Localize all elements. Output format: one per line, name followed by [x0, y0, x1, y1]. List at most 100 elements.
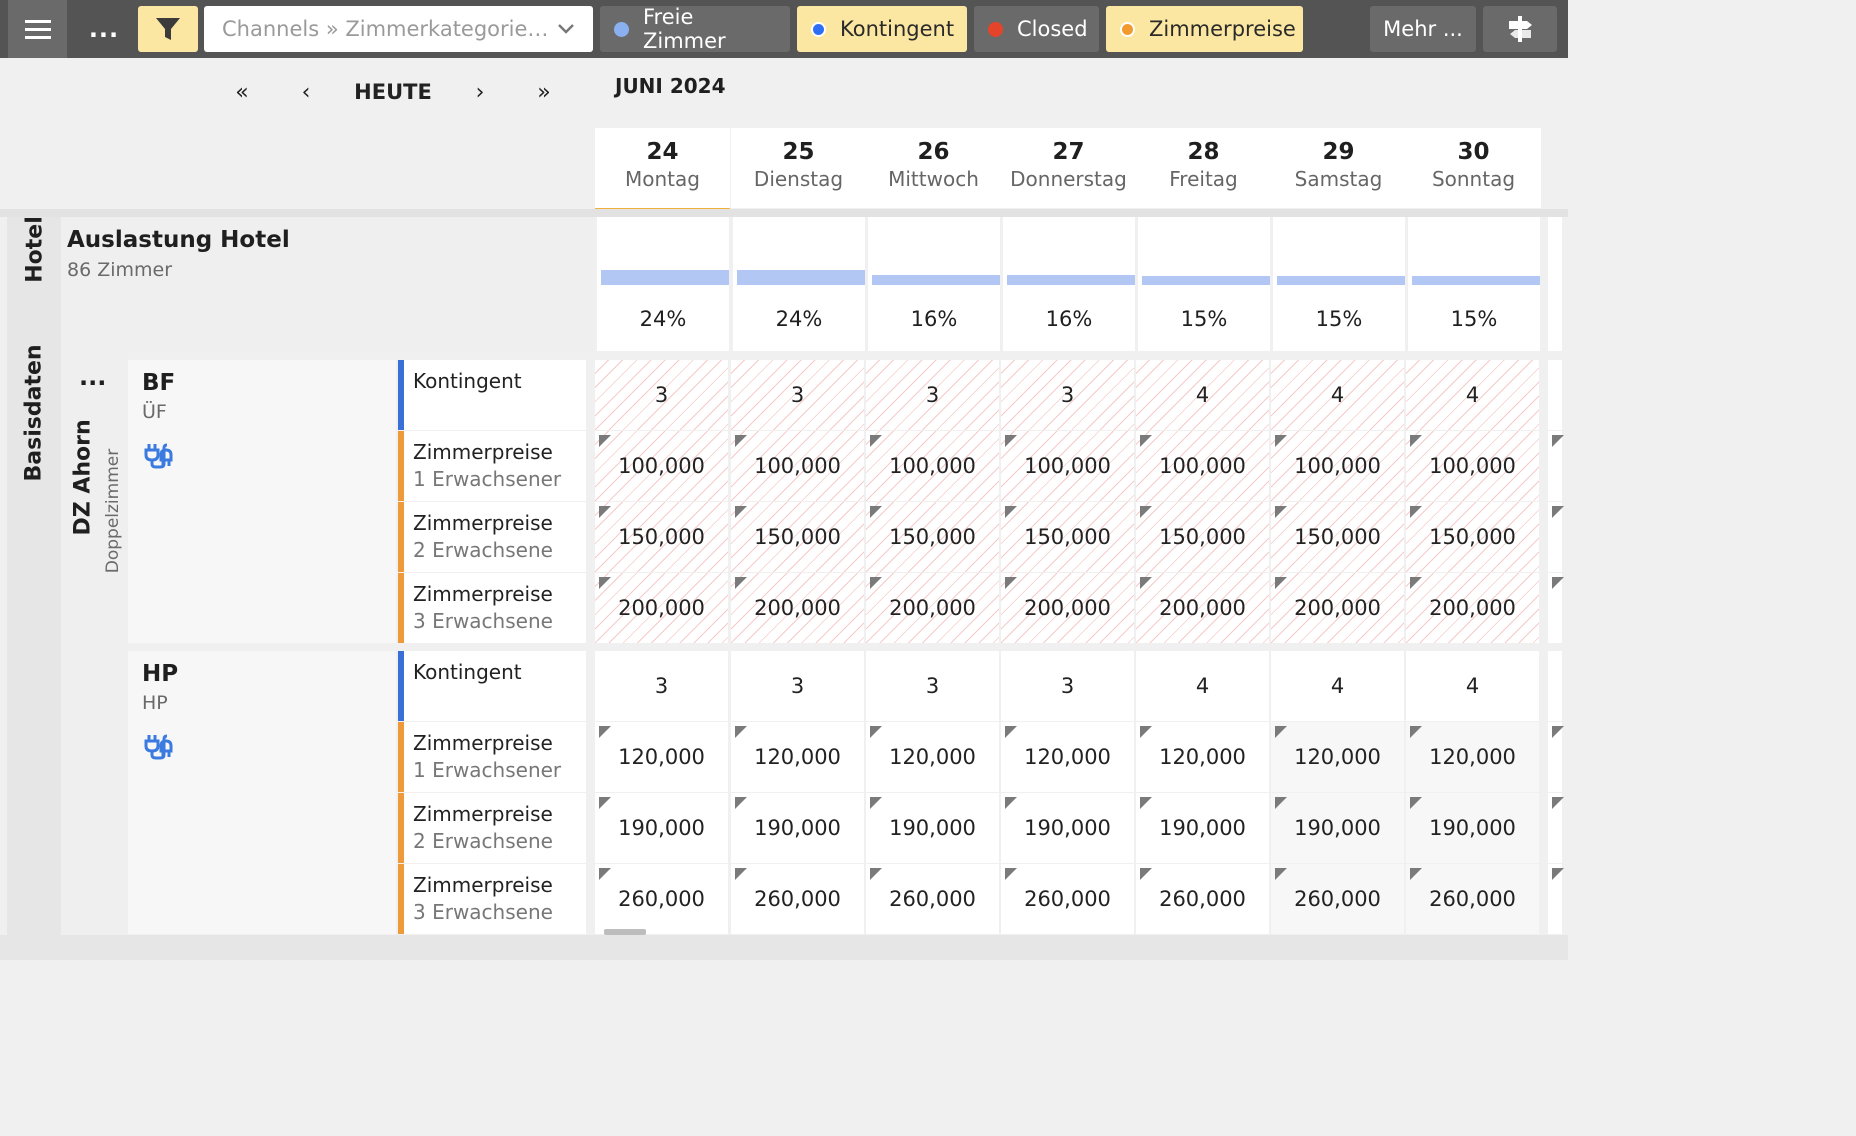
day-header[interactable]: 30 Sonntag — [1406, 128, 1541, 208]
rate-cell[interactable]: 200,000 — [1001, 573, 1134, 643]
rate-cell[interactable]: 4 — [1271, 360, 1404, 430]
rate-cell[interactable]: 150,000 — [1406, 502, 1539, 572]
rate-cell[interactable]: 200,000 — [1406, 573, 1539, 643]
rate-cell[interactable]: 4 — [1406, 651, 1539, 721]
corner-marker-icon — [735, 577, 747, 589]
rate-cell[interactable]: 150,000 — [1001, 502, 1134, 572]
rate-cell[interactable]: 100,000 — [1136, 431, 1269, 501]
channel-plug-icon[interactable] — [143, 440, 173, 474]
rate-cell-value: 100,000 — [1294, 454, 1381, 478]
rate-cell[interactable]: 3 — [866, 651, 999, 721]
chevron-down-icon — [558, 24, 574, 34]
rate-cell[interactable]: 150,000 — [1136, 502, 1269, 572]
rate-cell[interactable]: 3 — [1001, 651, 1134, 721]
day-header[interactable]: 29 Samstag — [1271, 128, 1406, 208]
legend-kontingent[interactable]: Kontingent — [797, 6, 967, 52]
rate-cell[interactable]: 200,000 — [866, 573, 999, 643]
rate-cell[interactable]: 120,000 — [1136, 722, 1269, 792]
rate-cell[interactable]: 260,000 — [1271, 864, 1404, 934]
channel-plug-icon[interactable] — [143, 731, 173, 765]
day-weekday: Dienstag — [753, 167, 844, 191]
rate-cell[interactable]: 100,000 — [595, 431, 728, 501]
rate-cell[interactable]: 150,000 — [1271, 502, 1404, 572]
rate-cell-value: 260,000 — [1294, 887, 1381, 911]
day-header[interactable]: 25 Dienstag — [731, 128, 866, 208]
rate-cell[interactable]: 3 — [595, 360, 728, 430]
nav-next-button[interactable]: › — [460, 72, 500, 112]
nav-today-button[interactable]: HEUTE — [345, 72, 441, 112]
nav-first-button[interactable]: « — [222, 72, 262, 112]
rate-cell[interactable]: 120,000 — [866, 722, 999, 792]
rate-cell[interactable]: 100,000 — [1271, 431, 1404, 501]
rate-cell-partial — [1548, 360, 1562, 430]
rate-cell[interactable]: 4 — [1136, 651, 1269, 721]
rate-cell[interactable]: 120,000 — [1406, 722, 1539, 792]
rate-cell[interactable]: 190,000 — [1001, 793, 1134, 863]
rate-cell[interactable]: 120,000 — [595, 722, 728, 792]
channel-select[interactable]: Channels » Zimmerkategorie… — [204, 6, 593, 52]
rate-row-label: Zimmerpreise 2 Erwachsene — [398, 793, 586, 863]
room-menu-button[interactable]: ... — [79, 365, 106, 389]
rate-cell[interactable]: 100,000 — [866, 431, 999, 501]
rate-cell[interactable]: 190,000 — [1136, 793, 1269, 863]
day-header[interactable]: 27 Donnerstag — [1001, 128, 1136, 208]
rate-cell[interactable]: 3 — [595, 651, 728, 721]
rate-cell[interactable]: 120,000 — [1271, 722, 1404, 792]
rate-cell[interactable]: 4 — [1271, 651, 1404, 721]
rate-cell[interactable]: 120,000 — [731, 722, 864, 792]
basisdaten-section-tab: Basisdaten — [7, 344, 61, 935]
rate-cell[interactable]: 190,000 — [866, 793, 999, 863]
exit-button[interactable] — [1483, 6, 1557, 52]
filter-button[interactable] — [138, 6, 198, 52]
rate-cell[interactable]: 190,000 — [731, 793, 864, 863]
rate-cell[interactable]: 200,000 — [1271, 573, 1404, 643]
more-options-button[interactable]: ... — [78, 6, 130, 52]
rate-cell-partial — [1548, 793, 1564, 863]
rate-cell[interactable]: 190,000 — [1271, 793, 1404, 863]
rate-cell[interactable]: 150,000 — [731, 502, 864, 572]
rate-cell[interactable]: 4 — [1406, 360, 1539, 430]
horizontal-scrollbar[interactable] — [604, 929, 646, 935]
mehr-button[interactable]: Mehr ... — [1370, 6, 1476, 52]
rate-cell[interactable]: 4 — [1136, 360, 1269, 430]
rate-cell[interactable]: 200,000 — [1136, 573, 1269, 643]
nav-last-button[interactable]: » — [524, 72, 564, 112]
corner-marker-icon — [1552, 868, 1564, 880]
corner-marker-icon — [1275, 577, 1287, 589]
day-weekday: Samstag — [1294, 167, 1383, 191]
rate-cell[interactable]: 150,000 — [866, 502, 999, 572]
dot-icon — [988, 21, 1003, 37]
rate-cell[interactable]: 200,000 — [595, 573, 728, 643]
legend-closed[interactable]: Closed — [974, 6, 1099, 52]
rate-cell[interactable]: 260,000 — [1406, 864, 1539, 934]
rate-cell[interactable]: 150,000 — [595, 502, 728, 572]
legend-zimmerpreise[interactable]: Zimmerpreise — [1106, 6, 1303, 52]
rate-cell[interactable]: 100,000 — [1001, 431, 1134, 501]
rate-cell[interactable]: 3 — [866, 360, 999, 430]
rate-row-title: Zimmerpreise — [413, 802, 553, 826]
day-header[interactable]: 28 Freitag — [1136, 128, 1271, 208]
rate-cell[interactable]: 190,000 — [1406, 793, 1539, 863]
corner-marker-icon — [735, 506, 747, 518]
rate-cell[interactable]: 3 — [731, 360, 864, 430]
rate-cell[interactable]: 260,000 — [731, 864, 864, 934]
rate-cell[interactable]: 3 — [1001, 360, 1134, 430]
corner-marker-icon — [599, 797, 611, 809]
day-header[interactable]: 26 Mittwoch — [866, 128, 1001, 208]
rate-cell[interactable]: 260,000 — [1001, 864, 1134, 934]
nav-prev-button[interactable]: ‹ — [286, 72, 326, 112]
occupancy-percent: 15% — [1450, 307, 1498, 331]
day-header[interactable]: 24 Montag — [595, 128, 730, 212]
rate-cell[interactable]: 200,000 — [731, 573, 864, 643]
rate-cell[interactable]: 3 — [731, 651, 864, 721]
rate-cell[interactable]: 260,000 — [1136, 864, 1269, 934]
rate-cell[interactable]: 260,000 — [595, 864, 728, 934]
rate-cell[interactable]: 100,000 — [731, 431, 864, 501]
rate-cell[interactable]: 260,000 — [866, 864, 999, 934]
menu-button[interactable] — [8, 0, 67, 58]
rate-cell[interactable]: 120,000 — [1001, 722, 1134, 792]
rate-cell[interactable]: 100,000 — [1406, 431, 1539, 501]
rate-row-title: Zimmerpreise — [413, 582, 553, 606]
legend-freie-zimmer[interactable]: Freie Zimmer — [600, 5, 790, 53]
rate-cell[interactable]: 190,000 — [595, 793, 728, 863]
